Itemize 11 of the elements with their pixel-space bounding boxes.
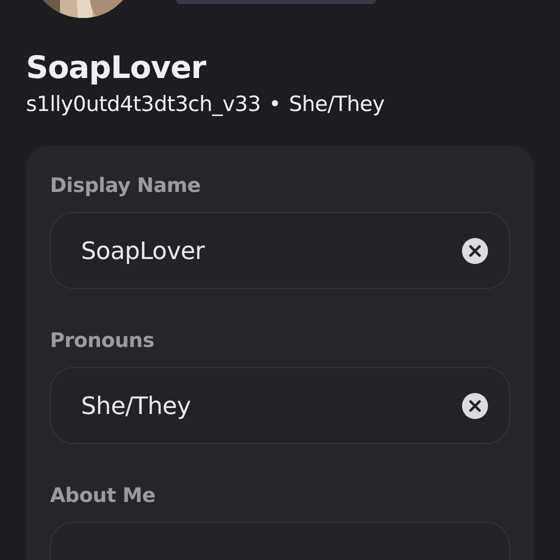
field-label: About Me <box>50 482 156 508</box>
clear-icon[interactable] <box>462 392 488 418</box>
separator: • <box>268 91 281 118</box>
input-field[interactable]: SoapLover <box>50 212 510 289</box>
pronouns: She/They <box>288 91 385 118</box>
clear-icon[interactable] <box>462 238 488 264</box>
field-label: Pronouns <box>50 327 156 353</box>
field-label: Display Name <box>50 172 202 198</box>
username: s1lly0utd4t3dt3ch_v33 <box>26 91 261 118</box>
input-field[interactable]: She/They <box>50 367 510 444</box>
display-name: SoapLover <box>26 49 208 88</box>
